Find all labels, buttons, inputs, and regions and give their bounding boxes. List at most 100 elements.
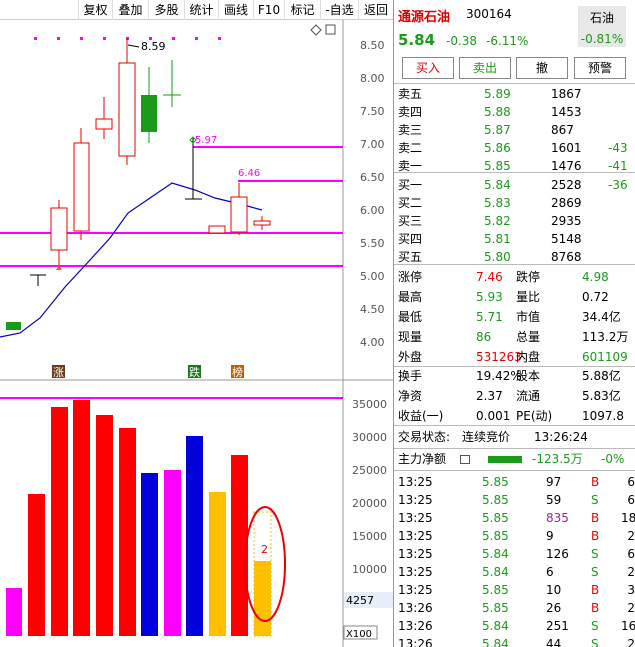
alert-button[interactable]: 预警 — [574, 57, 626, 79]
bids-row[interactable]: 买一 5.84 2528 -36 — [396, 177, 632, 194]
toolbar-duogu-button[interactable]: 多股 — [148, 0, 184, 20]
stats1-l1: 最低 — [398, 310, 423, 324]
main-flow-row[interactable]: 主力净额 -123.5万 -0% — [396, 451, 632, 468]
tick-row[interactable]: 13:25 5.85 97 B 6 — [396, 474, 635, 491]
bids-row[interactable]: 买三 5.82 2935 — [396, 213, 632, 230]
volume-bar — [119, 428, 136, 636]
list-icon[interactable] — [460, 455, 470, 464]
volume-bar — [73, 400, 90, 636]
stats1-row: 现量 86 总量 113.2万 — [396, 329, 632, 346]
current-price: 5.84 — [398, 31, 436, 49]
volume-bar — [254, 561, 271, 636]
bids-row[interactable]: 买四 5.81 5148 — [396, 231, 632, 248]
tick-row[interactable]: 13:25 5.85 9 B 2 — [396, 528, 635, 545]
stats1-v2: 0.72 — [582, 290, 609, 304]
sell-button[interactable]: 卖出 — [459, 57, 511, 79]
price-tick-label: 6.50 — [360, 171, 385, 184]
tick-n: 6 — [627, 475, 635, 489]
toolbar-f10-button[interactable]: F10 — [253, 0, 284, 20]
tick-v: 6 — [546, 565, 554, 579]
sector-change: -0.81% — [580, 32, 624, 46]
stats1-l2: 量比 — [516, 290, 541, 304]
tick-row[interactable]: 13:26 5.84 251 S 16 — [396, 618, 635, 635]
stats2-v1: 0.001 — [476, 409, 511, 423]
event-marker-bang[interactable]: 榜 — [232, 365, 243, 379]
volume-bar — [209, 492, 226, 636]
toolbar-diejia-button[interactable]: 叠加 — [112, 0, 148, 20]
toolbar-biaoji-button[interactable]: 标记 — [284, 0, 320, 20]
stats1-v1: 531263 — [476, 350, 522, 364]
tick-row[interactable]: 13:26 5.84 44 S 2 — [396, 636, 635, 647]
asks-row[interactable]: 卖三 5.87 867 — [396, 122, 632, 139]
trading-window: { "toolbar":{"items":["复权","叠加","多股","统计… — [0, 0, 635, 647]
toolbar-back-button[interactable]: 返回 — [358, 0, 393, 20]
stats1-l2: 市值 — [516, 310, 541, 324]
main-flow-pct: -0% — [601, 452, 625, 466]
chart-toolbar: 复权 叠加 多股 统计 画线 F10 标记 -自选 返回 — [0, 0, 393, 20]
price-tick-label: 5.00 — [360, 270, 385, 283]
trade-status-label: 交易状态: — [398, 430, 451, 444]
tick-row[interactable]: 13:25 5.85 10 B 3 — [396, 582, 635, 599]
asks-row[interactable]: 卖四 5.88 1453 — [396, 104, 632, 121]
tick-n: 2 — [627, 637, 635, 647]
tick-t: 13:25 — [398, 583, 433, 597]
buy-button[interactable]: 买入 — [402, 57, 454, 79]
asks-vol: 1601 — [551, 141, 582, 155]
volume-bar — [51, 407, 68, 636]
stats2-row: 净资 2.37 流通 5.83亿 — [396, 388, 632, 405]
bids-label: 买三 — [398, 214, 423, 228]
asks-vol: 1453 — [551, 105, 582, 119]
candle — [208, 225, 226, 234]
asks-row[interactable]: 卖二 5.86 1601 -43 — [396, 140, 632, 157]
candle — [118, 62, 136, 157]
tick-t: 13:25 — [398, 475, 433, 489]
tick-p: 5.85 — [482, 475, 509, 489]
stats1-row: 最高 5.93 量比 0.72 — [396, 289, 632, 306]
tick-n: 6 — [627, 493, 635, 507]
trade-status-row: 交易状态: 连续竞价 13:26:24 — [396, 429, 632, 446]
tick-p: 5.84 — [482, 619, 509, 633]
tick-row[interactable]: 13:25 5.85 835 B 18 — [396, 510, 635, 527]
tick-row[interactable]: 13:26 5.85 26 B 2 — [396, 600, 635, 617]
asks-row[interactable]: 卖五 5.89 1867 — [396, 86, 632, 103]
volume-scale-label[interactable]: X100 — [346, 629, 372, 640]
toolbar-tongji-button[interactable]: 统计 — [184, 0, 218, 20]
bids-label: 买二 — [398, 196, 423, 210]
sector-badge[interactable]: 石油 -0.81% — [578, 6, 626, 47]
toolbar-huaxian-button[interactable]: 画线 — [218, 0, 253, 20]
asks-label: 卖五 — [398, 87, 423, 101]
price-tick-label: 4.50 — [360, 303, 385, 316]
candles — [6, 38, 271, 330]
stock-code: 300164 — [466, 7, 512, 21]
tick-n: 16 — [621, 619, 635, 633]
tick-v: 835 — [546, 511, 569, 525]
candle — [6, 322, 21, 330]
toolbar-zixuan-button[interactable]: -自选 — [320, 0, 358, 20]
tick-n: 2 — [627, 565, 635, 579]
tick-p: 5.85 — [482, 511, 509, 525]
bids-row[interactable]: 买二 5.83 2869 — [396, 195, 632, 212]
stats2-v1: 19.42% — [476, 369, 522, 383]
cancel-button[interactable]: 撤 — [516, 57, 568, 79]
tick-v: 10 — [546, 583, 562, 597]
kline-chart[interactable]: 8.59 5.97 6.46 涨 跌 榜 2 4257 X100 — [0, 0, 393, 647]
tick-row[interactable]: 13:25 5.84 6 S 2 — [396, 564, 635, 581]
toolbar-fuquan-button[interactable]: 复权 — [78, 0, 112, 20]
event-marker-die[interactable]: 跌 — [189, 365, 200, 379]
candle — [95, 118, 113, 130]
tick-s: B — [591, 583, 600, 597]
volume-tick-label: 15000 — [352, 530, 387, 543]
stats1-v1: 86 — [476, 330, 492, 344]
tick-row[interactable]: 13:25 5.84 126 S 6 — [396, 546, 635, 563]
volume-bar — [164, 470, 181, 636]
event-marker-zhang[interactable]: 涨 — [53, 366, 64, 379]
stats1-row: 外盘 531263 内盘 601109 — [396, 349, 632, 366]
bids-price: 5.82 — [484, 214, 511, 228]
stats2-l2: 流通 — [516, 389, 541, 403]
stock-name: 通源石油 — [398, 10, 451, 25]
tick-row[interactable]: 13:25 5.85 59 S 6 — [396, 492, 635, 509]
main-flow-label: 主力净额 — [398, 452, 447, 466]
volume-tick-label: 30000 — [352, 431, 387, 444]
high-label: 8.59 — [141, 40, 166, 53]
